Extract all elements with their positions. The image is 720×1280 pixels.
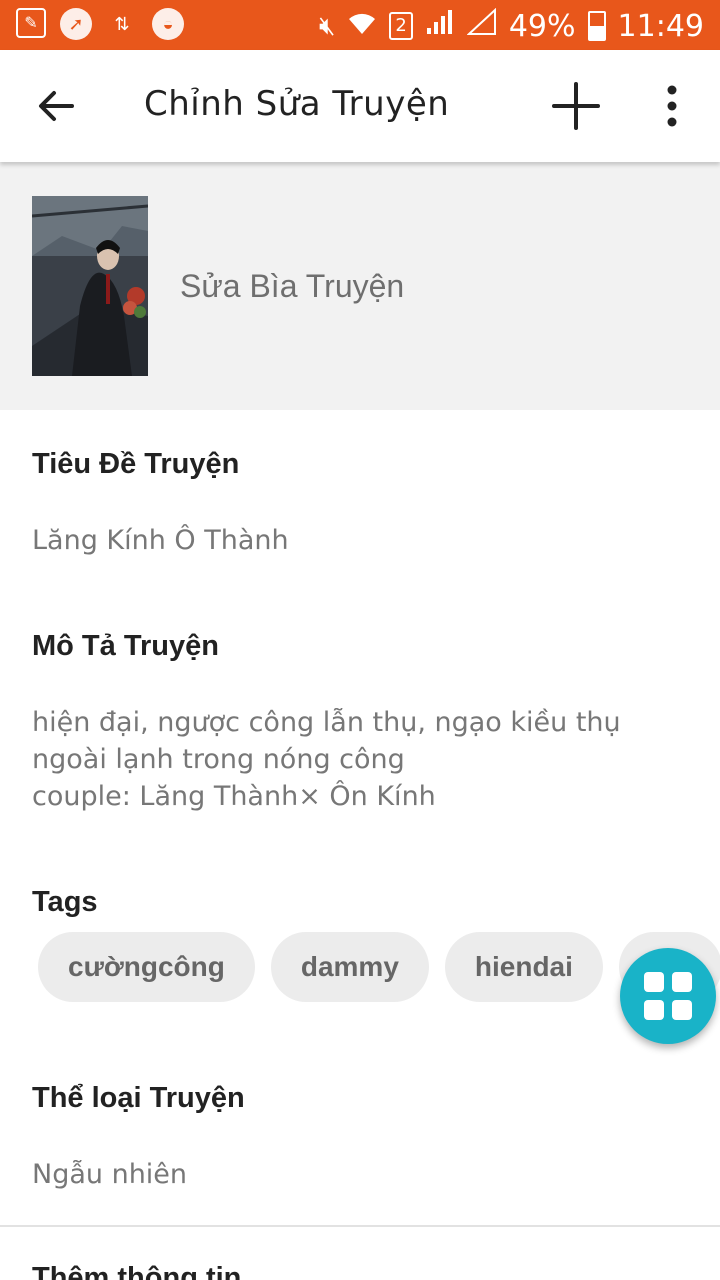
signal-icon xyxy=(425,8,455,44)
download-icon: ⇅ xyxy=(114,13,130,34)
story-title-label: Tiêu Đề Truyện xyxy=(32,448,240,480)
back-arrow-icon xyxy=(39,91,74,121)
clock: 11:49 xyxy=(617,8,704,44)
back-button[interactable] xyxy=(28,78,84,134)
story-title-input[interactable]: Lăng Kính Ô Thành xyxy=(32,522,289,559)
app-notification-icon: ◒ xyxy=(152,8,184,40)
sim-slot-badge: 2 xyxy=(389,12,413,40)
cover-section[interactable]: Sửa Bìa Truyện xyxy=(0,162,720,410)
plus-icon xyxy=(552,82,600,130)
add-part-button[interactable] xyxy=(546,76,606,136)
notification-icons: ✎ ➚ ⇅ ◒ xyxy=(16,8,184,40)
battery-percent: 49% xyxy=(508,8,576,44)
description-line: couple: Lăng Thành× Ôn Kính xyxy=(32,781,436,812)
genre-select[interactable]: Ngẫu nhiên xyxy=(32,1156,187,1193)
grid-icon xyxy=(644,972,664,992)
tag-chip[interactable]: hiendai xyxy=(444,932,603,1002)
grid-fab-button[interactable] xyxy=(620,948,716,1044)
genre-label: Thể loại Truyện xyxy=(32,1082,245,1114)
battery-icon xyxy=(587,11,606,41)
grid-icon-cell xyxy=(672,1000,692,1020)
tag-chip[interactable]: dammy xyxy=(270,932,429,1002)
story-description-label: Mô Tả Truyện xyxy=(32,630,219,662)
mute-icon: 🔇︎ xyxy=(319,10,336,41)
more-vert-icon xyxy=(667,85,677,127)
tags-list: cườngcông dammy hiendai thụ xyxy=(38,932,720,1002)
page-title: Chỉnh Sửa Truyện xyxy=(144,84,450,124)
tag-chip[interactable]: cườngcông xyxy=(38,932,255,1002)
section-divider xyxy=(0,1225,720,1227)
description-line: ngoài lạnh trong nóng công xyxy=(32,744,405,775)
wifi-icon xyxy=(347,10,377,43)
description-line: hiện đại, ngược công lẫn thụ, ngạo kiều … xyxy=(32,707,621,738)
image-notification-icon: ✎ xyxy=(16,8,46,38)
rocket-icon: ➚ xyxy=(60,8,92,40)
system-status: 🔇︎ 2 49% 11:49 xyxy=(319,7,704,44)
next-section-label: Thêm thông tin xyxy=(32,1262,242,1280)
app-bar: Chỉnh Sửa Truyện xyxy=(0,50,720,162)
tags-label: Tags xyxy=(32,886,98,918)
edit-cover-link[interactable]: Sửa Bìa Truyện xyxy=(180,268,404,305)
status-bar: ✎ ➚ ⇅ ◒ 🔇︎ 2 49% 11:49 xyxy=(0,0,720,50)
grid-icon-cell xyxy=(644,1000,664,1020)
story-description-input[interactable]: hiện đại, ngược công lẫn thụ, ngạo kiều … xyxy=(32,704,621,815)
more-options-button[interactable] xyxy=(652,80,692,132)
signal-icon-2 xyxy=(466,7,497,44)
cover-image[interactable] xyxy=(32,196,148,376)
grid-icon-cell xyxy=(672,972,692,992)
